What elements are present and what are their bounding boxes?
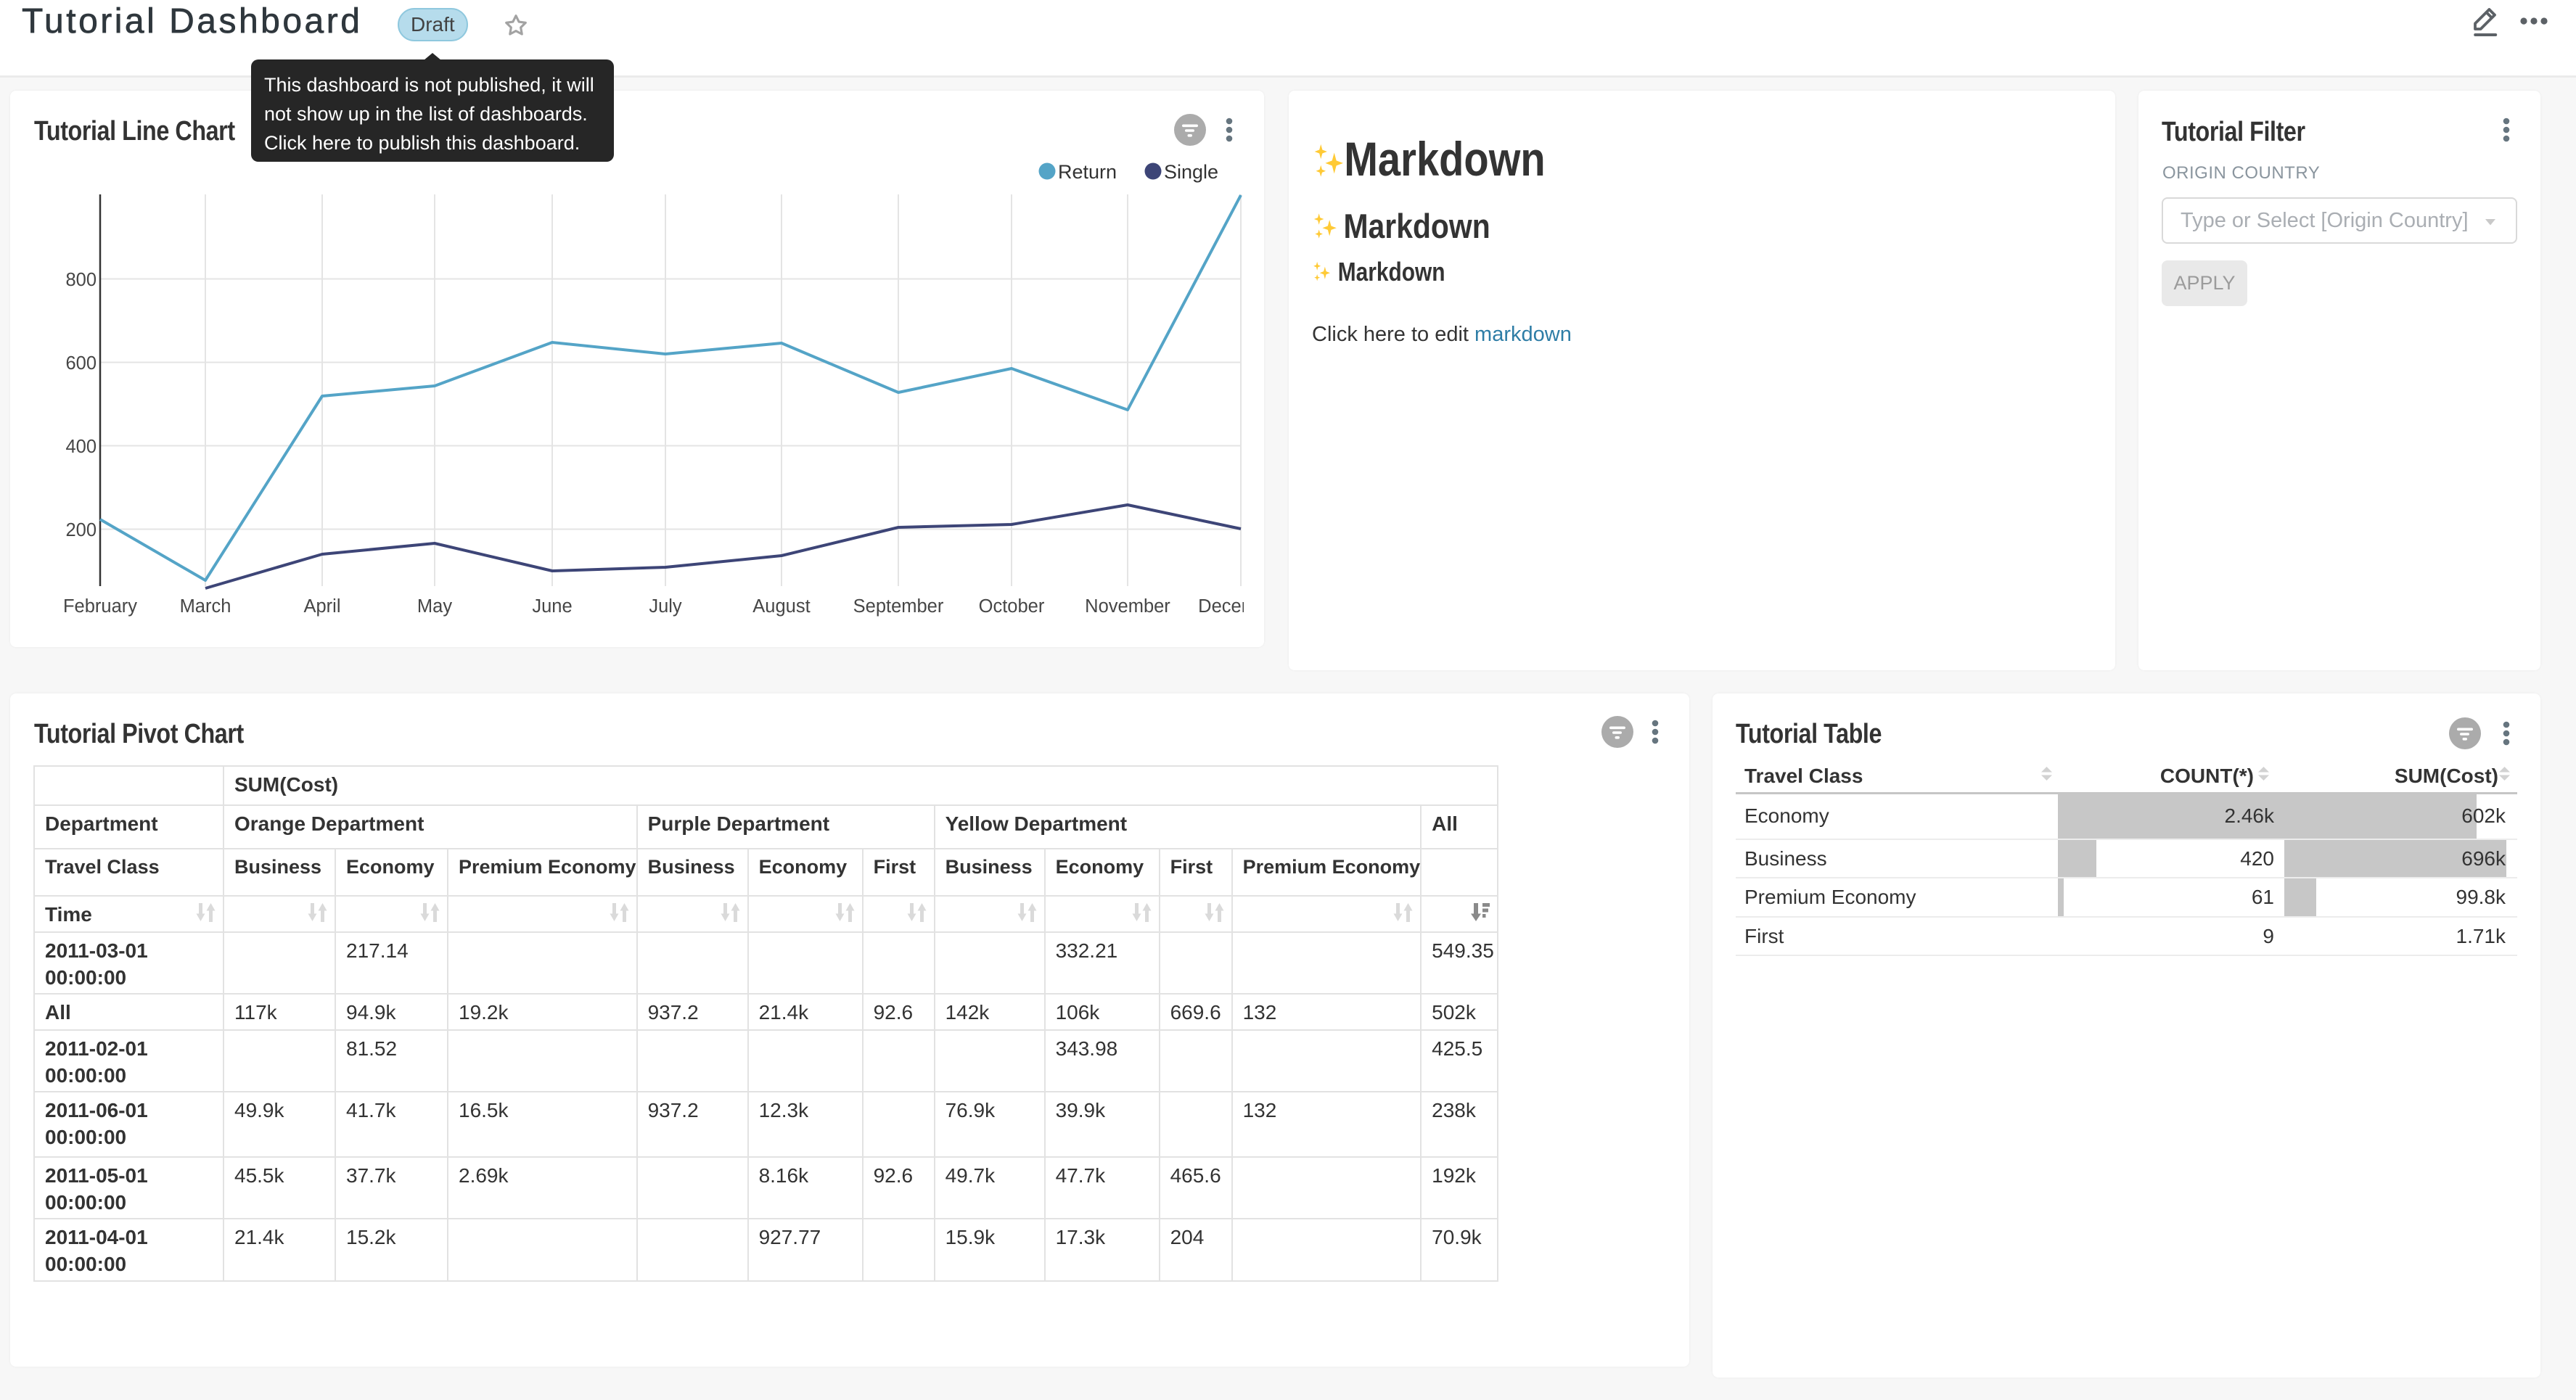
svg-text:February: February bbox=[63, 596, 137, 617]
svg-text:July: July bbox=[649, 596, 682, 617]
svg-text:Single: Single bbox=[1164, 161, 1218, 183]
svg-text:December: December bbox=[1198, 596, 1244, 617]
svg-text:August: August bbox=[752, 596, 810, 617]
svg-text:April: April bbox=[303, 596, 340, 617]
svg-text:800: 800 bbox=[65, 270, 97, 290]
svg-text:October: October bbox=[979, 596, 1045, 617]
svg-text:September: September bbox=[853, 596, 944, 617]
svg-text:June: June bbox=[532, 596, 572, 617]
svg-text:600: 600 bbox=[65, 353, 97, 374]
svg-text:400: 400 bbox=[65, 437, 97, 457]
svg-text:November: November bbox=[1085, 596, 1170, 617]
svg-text:May: May bbox=[417, 596, 452, 617]
svg-text:200: 200 bbox=[65, 520, 97, 540]
svg-text:Return: Return bbox=[1058, 161, 1117, 183]
svg-text:March: March bbox=[180, 596, 231, 617]
